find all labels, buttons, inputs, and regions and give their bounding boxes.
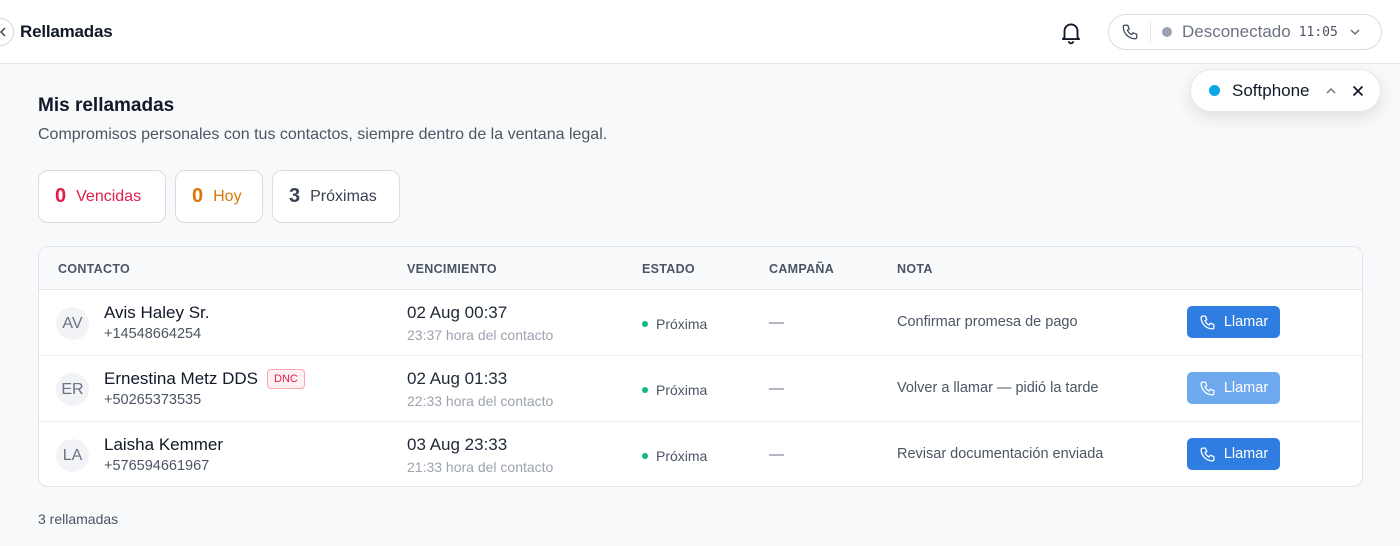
contact-local-time: 21:33 hora del contacto	[407, 459, 554, 475]
divider	[1150, 22, 1151, 42]
avatar: AV	[56, 307, 89, 340]
phone-icon	[1200, 314, 1215, 330]
call-button-label: Llamar	[1223, 380, 1269, 396]
section-heading: Mis rellamadas	[38, 95, 175, 116]
table-row: ER Ernestina Metz DDS DNC +50265373535 02…	[39, 356, 1362, 422]
chip-count: 3	[289, 185, 301, 207]
softphone-widget[interactable]: Softphone	[1190, 69, 1381, 112]
due-datetime: 02 Aug 01:33	[407, 369, 508, 388]
table-row: LA Laisha Kemmer +576594661967 03 Aug 23…	[39, 422, 1362, 486]
connection-status-label: Desconectado	[1182, 22, 1291, 41]
callbacks-table: CONTACTO VENCIMIENTO ESTADO CAMPAÑA NOTA…	[38, 246, 1363, 487]
contact-phone: +576594661967	[104, 458, 210, 474]
column-header-note: NOTA	[897, 262, 933, 276]
column-header-due: VENCIMIENTO	[407, 262, 497, 276]
contact-phone: +50265373535	[104, 392, 202, 408]
chevron-up-icon[interactable]	[1324, 84, 1338, 98]
campaign-cell: —	[769, 446, 784, 463]
call-button-label: Llamar	[1223, 314, 1269, 330]
connection-status-dropdown[interactable]: Desconectado 11:05	[1108, 14, 1382, 50]
contact-name: Avis Haley Sr.	[104, 303, 210, 323]
due-datetime: 03 Aug 23:33	[407, 435, 508, 454]
chevron-down-icon	[1350, 29, 1360, 36]
table-row: AV Avis Haley Sr. +14548664254 02 Aug 00…	[39, 290, 1362, 356]
status-text: Próxima	[656, 316, 708, 332]
note-cell: Volver a llamar — pidió la tarde	[897, 380, 1099, 396]
call-button[interactable]: Llamar	[1187, 438, 1280, 470]
page-title: Rellamadas	[20, 22, 113, 41]
top-bar: Rellamadas Desconectado 11:05	[0, 0, 1400, 64]
call-button[interactable]: Llamar	[1187, 372, 1280, 404]
contact-name-text: Ernestina Metz DDS	[104, 369, 258, 388]
table-header: CONTACTO VENCIMIENTO ESTADO CAMPAÑA NOTA	[39, 247, 1362, 290]
status-dot	[642, 321, 648, 327]
phone-icon	[1122, 24, 1138, 40]
status-text: Próxima	[656, 382, 708, 398]
status-badge: Próxima	[642, 316, 707, 332]
call-button-label: Llamar	[1223, 446, 1269, 462]
column-header-campaign: CAMPAÑA	[769, 262, 835, 276]
softphone-label: Softphone	[1232, 80, 1310, 100]
status-dot	[642, 387, 648, 393]
dnc-badge: DNC	[267, 369, 305, 389]
status-dot	[642, 453, 648, 459]
campaign-cell: —	[769, 380, 784, 397]
column-header-status: ESTADO	[642, 262, 695, 276]
contact-name-text: Laisha Kemmer	[104, 435, 224, 454]
phone-icon	[1200, 446, 1215, 462]
sidebar-collapse-button[interactable]	[0, 18, 14, 46]
avatar: LA	[56, 439, 89, 472]
phone-icon	[1200, 380, 1215, 396]
avatar: ER	[56, 373, 89, 406]
contact-name: Laisha Kemmer	[104, 435, 223, 455]
close-icon[interactable]	[1350, 83, 1366, 99]
contact-local-time: 23:37 hora del contacto	[407, 327, 554, 343]
chip-label: Próximas	[310, 187, 377, 205]
status-badge: Próxima	[642, 382, 707, 398]
chip-count: 0	[55, 185, 67, 207]
due-datetime: 02 Aug 00:37	[407, 303, 508, 322]
filter-chip-vencidas[interactable]: 0 Vencidas	[38, 170, 166, 223]
bell-icon[interactable]	[1058, 19, 1084, 45]
contact-local-time: 22:33 hora del contacto	[407, 393, 554, 409]
contact-name: Ernestina Metz DDS DNC	[104, 369, 305, 389]
clock: 11:05	[1298, 24, 1338, 40]
status-text: Próxima	[656, 448, 708, 464]
chip-label: Vencidas	[76, 187, 142, 205]
section-subtitle: Compromisos personales con tus contactos…	[38, 126, 608, 143]
contact-name-text: Avis Haley Sr.	[104, 303, 210, 322]
column-header-contact: CONTACTO	[58, 262, 131, 276]
call-button[interactable]: Llamar	[1187, 306, 1280, 338]
campaign-cell: —	[769, 314, 784, 331]
status-badge: Próxima	[642, 448, 707, 464]
chip-count: 0	[192, 185, 204, 207]
note-cell: Confirmar promesa de pago	[897, 314, 1078, 330]
status-dot	[1162, 27, 1172, 37]
note-cell: Revisar documentación enviada	[897, 446, 1104, 462]
contact-phone: +14548664254	[104, 326, 202, 342]
chip-label: Hoy	[213, 187, 242, 205]
chevron-left-icon	[0, 27, 6, 37]
results-count: 3 rellamadas	[38, 511, 119, 527]
softphone-status-dot	[1209, 85, 1220, 96]
filter-chip-proximas[interactable]: 3 Próximas	[272, 170, 400, 223]
filter-chip-hoy[interactable]: 0 Hoy	[175, 170, 263, 223]
